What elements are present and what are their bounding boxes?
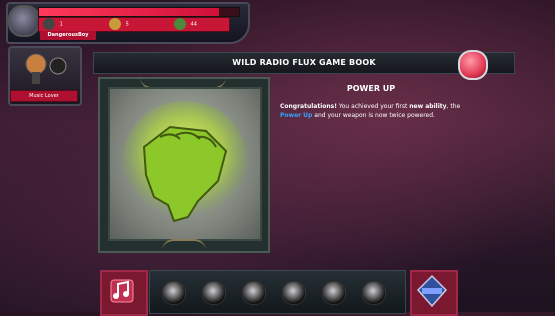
ability-image (108, 87, 262, 241)
microphone-icon (25, 53, 67, 84)
record-slot-3[interactable] (242, 281, 266, 305)
desc-part-2: You achieved your first (336, 103, 410, 110)
badge-icon (416, 274, 448, 308)
record-slot-6[interactable] (362, 281, 386, 305)
item-label: Music Lover (10, 90, 78, 102)
player-name: DangerousBoy (40, 31, 96, 40)
health-bar (38, 7, 240, 17)
record-slots (149, 270, 406, 314)
ability-description: Congratulations! You achieved your first… (280, 102, 462, 120)
record-slot-5[interactable] (322, 281, 346, 305)
ability-card (98, 77, 270, 253)
coin-icon (109, 18, 121, 30)
record-slot-2[interactable] (202, 281, 226, 305)
badge-button[interactable] (410, 270, 458, 316)
close-button[interactable] (458, 50, 488, 80)
scroll-ornament-bottom (162, 239, 206, 251)
stat-1-value: 1 (59, 21, 63, 28)
stat-1: 1 (43, 18, 63, 31)
player-avatar[interactable] (8, 5, 40, 37)
record-slot-1[interactable] (162, 281, 186, 305)
desc-part-6: and your weapon is now twice powered. (312, 112, 435, 119)
desc-new-ability: new ability (409, 103, 447, 110)
desc-congrats: Congratulations! (280, 103, 337, 110)
record-slot-4[interactable] (282, 281, 306, 305)
ability-title: POWER UP (346, 84, 396, 93)
power-fist-icon (123, 101, 247, 223)
game-book-header: WILD RADIO FLUX GAME BOOK (93, 52, 515, 74)
stat-3-value: 44 (190, 21, 197, 28)
ability-description-panel: POWER UP Congratulations! You achieved y… (276, 78, 476, 198)
robot-icon (43, 18, 55, 30)
gem-icon (174, 18, 186, 30)
stat-3: 44 (174, 18, 197, 31)
desc-part-4: , the (446, 103, 461, 110)
game-book-title: WILD RADIO FLUX GAME BOOK (232, 58, 376, 67)
inventory-bar (100, 268, 458, 316)
desc-power-up: Power Up (280, 112, 313, 119)
stat-2-value: 5 (125, 21, 129, 28)
stat-2: 5 (109, 18, 129, 31)
player-hud: 1 5 44 DangerousBoy (6, 2, 250, 44)
music-note-icon (110, 279, 134, 303)
health-fill (39, 8, 219, 16)
stat-bar: 1 5 44 (38, 17, 230, 32)
music-button[interactable] (100, 270, 148, 316)
